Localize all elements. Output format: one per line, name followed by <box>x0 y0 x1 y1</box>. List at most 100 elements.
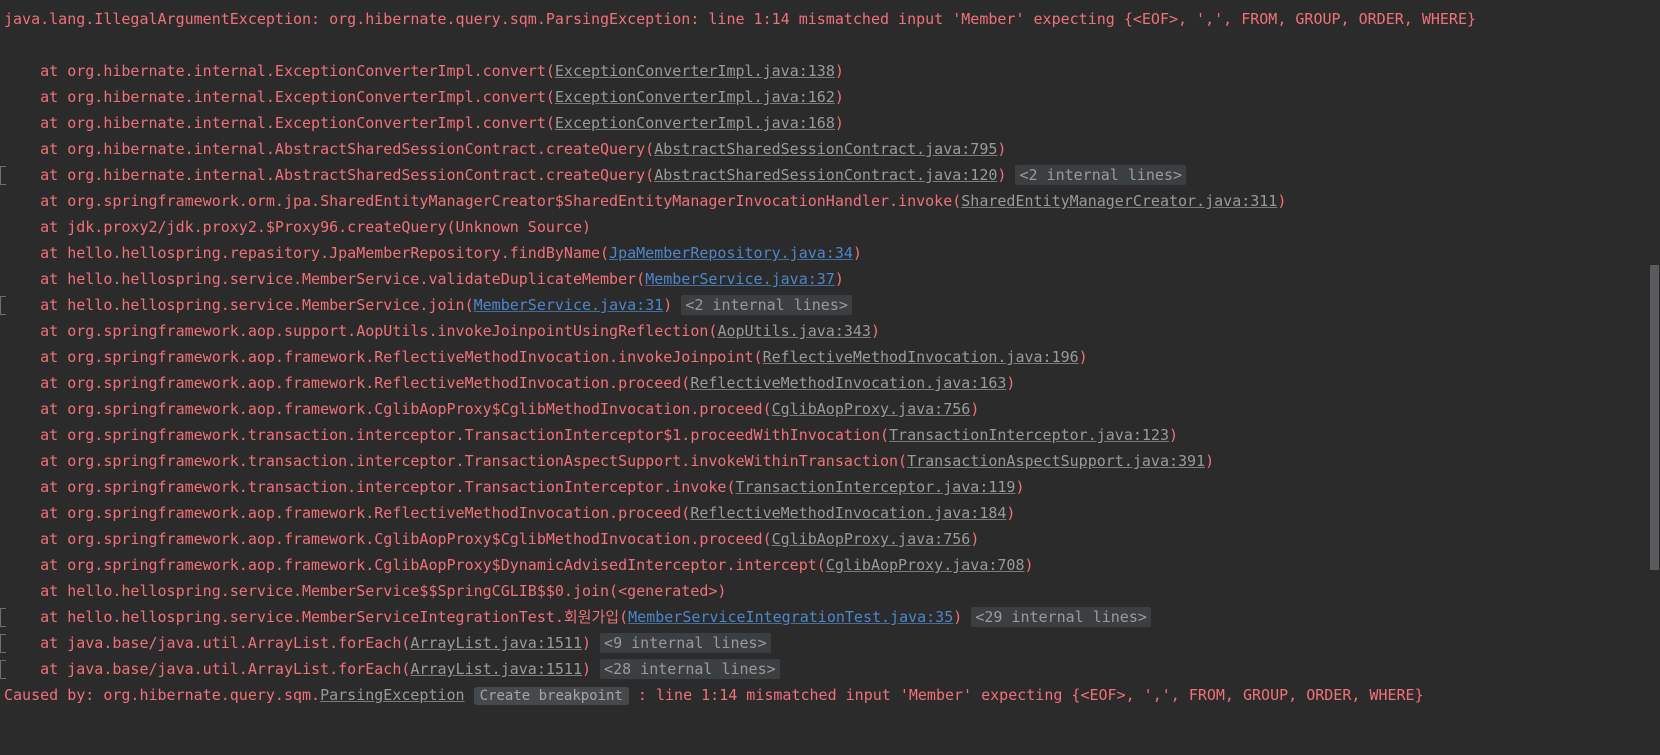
frame-text: at org.springframework.transaction.inter… <box>4 426 890 444</box>
frame-text: at hello.hellospring.service.MemberServi… <box>4 270 646 288</box>
library-file-link[interactable]: TransactionInterceptor.java:119 <box>736 478 1016 496</box>
library-file-link[interactable]: ReflectiveMethodInvocation.java:196 <box>763 348 1079 366</box>
frame-suffix: ) <box>852 244 862 262</box>
frame-text: at org.springframework.aop.framework.Ref… <box>4 348 763 366</box>
frame-suffix: ) <box>953 608 963 626</box>
library-file-link[interactable]: ExceptionConverterImpl.java:168 <box>555 114 835 132</box>
frame-suffix: ) <box>1024 556 1034 574</box>
library-file-link[interactable]: ReflectiveMethodInvocation.java:184 <box>690 504 1006 522</box>
project-file-link[interactable]: MemberService.java:37 <box>645 270 835 288</box>
stack-frame-line: at org.hibernate.internal.ExceptionConve… <box>0 58 1660 84</box>
stack-frame-line: at org.springframework.transaction.inter… <box>0 474 1660 500</box>
stack-frame-line: at org.springframework.aop.framework.Ref… <box>0 370 1660 396</box>
library-file-link[interactable]: ArrayList.java:1511 <box>410 660 582 678</box>
collapsed-frames-badge[interactable]: <9 internal lines> <box>600 633 771 653</box>
library-file-link[interactable]: SharedEntityManagerCreator.java:311 <box>961 192 1277 210</box>
frame-suffix: ) <box>1277 192 1287 210</box>
frame-suffix: ) <box>970 530 980 548</box>
library-file-link[interactable]: AbstractSharedSessionContract.java:795 <box>654 140 997 158</box>
caused-by-exception-link[interactable]: ParsingException <box>320 686 465 704</box>
frame-text: at org.springframework.aop.framework.Cgl… <box>4 530 772 548</box>
stack-frame-line: at org.hibernate.internal.AbstractShared… <box>0 136 1660 162</box>
stack-frame-line: at org.springframework.aop.framework.Ref… <box>0 344 1660 370</box>
stack-frame-line: at org.springframework.aop.framework.Ref… <box>0 500 1660 526</box>
frame-text: at org.springframework.transaction.inter… <box>4 478 736 496</box>
frame-suffix: ) <box>663 296 673 314</box>
frame-suffix: ) <box>834 88 844 106</box>
frame-text: at org.springframework.aop.framework.Ref… <box>4 374 691 392</box>
library-file-link[interactable]: ExceptionConverterImpl.java:138 <box>555 62 835 80</box>
fold-marker-icon[interactable] <box>0 660 6 679</box>
library-file-link[interactable]: AbstractSharedSessionContract.java:120 <box>654 166 997 184</box>
frame-suffix: ) <box>581 660 592 678</box>
stack-frame-line: at org.hibernate.internal.ExceptionConve… <box>0 84 1660 110</box>
frame-text: at hello.hellospring.service.MemberServi… <box>4 582 727 600</box>
library-file-link[interactable]: ArrayList.java:1511 <box>410 634 582 652</box>
fold-marker-icon[interactable] <box>0 634 6 653</box>
frame-suffix: ) <box>1006 374 1016 392</box>
collapsed-frames-badge[interactable]: <29 internal lines> <box>971 607 1151 627</box>
frame-text: at org.springframework.aop.framework.Cgl… <box>4 400 772 418</box>
create-breakpoint-hint[interactable]: Create breakpoint <box>473 687 629 705</box>
stack-frame-line: at jdk.proxy2/jdk.proxy2.$Proxy96.create… <box>0 214 1660 240</box>
collapsed-frames-badge[interactable]: <28 internal lines> <box>600 659 780 679</box>
frame-suffix: ) <box>870 322 880 340</box>
exception-header-line: java.lang.IllegalArgumentException: org.… <box>0 6 1660 32</box>
library-file-link[interactable]: TransactionAspectSupport.java:391 <box>907 452 1205 470</box>
frame-text: at org.hibernate.internal.ExceptionConve… <box>4 88 555 106</box>
library-file-link[interactable]: CglibAopProxy.java:708 <box>826 556 1025 574</box>
stack-frame-line: at hello.hellospring.service.MemberServi… <box>0 604 1660 630</box>
frame-text: at java.base/java.util.ArrayList.forEach… <box>4 634 411 652</box>
library-file-link[interactable]: CglibAopProxy.java:756 <box>772 530 971 548</box>
stack-frame-line: at org.springframework.orm.jpa.SharedEnt… <box>0 188 1660 214</box>
library-file-link[interactable]: ReflectiveMethodInvocation.java:163 <box>690 374 1006 392</box>
frame-text: at org.springframework.transaction.inter… <box>4 452 908 470</box>
stack-frame-line: at org.springframework.transaction.inter… <box>0 422 1660 448</box>
stack-frame-line: at java.base/java.util.ArrayList.forEach… <box>0 656 1660 682</box>
frame-suffix: ) <box>1205 452 1215 470</box>
frame-text: at java.base/java.util.ArrayList.forEach… <box>4 660 411 678</box>
library-file-link[interactable]: AopUtils.java:343 <box>717 322 871 340</box>
fold-marker-icon[interactable] <box>0 166 6 185</box>
fold-marker-icon[interactable] <box>0 296 6 315</box>
frame-suffix: ) <box>970 400 980 418</box>
frame-text: at hello.hellospring.service.MemberServi… <box>4 296 474 314</box>
frame-text: at hello.hellospring.repasitory.JpaMembe… <box>4 244 610 262</box>
collapsed-frames-badge[interactable]: <2 internal lines> <box>681 295 852 315</box>
frame-text: at org.hibernate.internal.ExceptionConve… <box>4 114 555 132</box>
frame-text: at org.springframework.aop.support.AopUt… <box>4 322 718 340</box>
library-file-link[interactable]: CglibAopProxy.java:756 <box>772 400 971 418</box>
library-file-link[interactable]: ExceptionConverterImpl.java:162 <box>555 88 835 106</box>
vertical-scrollbar-thumb[interactable] <box>1650 265 1659 570</box>
run-console-output[interactable]: java.lang.IllegalArgumentException: org.… <box>0 0 1660 755</box>
bp-spacer <box>465 686 474 704</box>
stack-frame-line: at org.springframework.transaction.inter… <box>0 448 1660 474</box>
vertical-scrollbar-track[interactable] <box>1649 0 1660 755</box>
stack-frame-line: at hello.hellospring.service.MemberServi… <box>0 266 1660 292</box>
frame-suffix: ) <box>1078 348 1088 366</box>
fold-marker-icon[interactable] <box>0 608 6 627</box>
stack-trace-lines: java.lang.IllegalArgumentException: org.… <box>0 6 1660 708</box>
caused-by-line: Caused by: org.hibernate.query.sqm.Parsi… <box>0 682 1660 708</box>
frame-text: at org.hibernate.internal.ExceptionConve… <box>4 62 555 80</box>
frame-suffix: ) <box>834 62 844 80</box>
frame-suffix: ) <box>997 140 1007 158</box>
frame-text: at org.hibernate.internal.AbstractShared… <box>4 166 655 184</box>
project-file-link[interactable]: MemberServiceIntegrationTest.java:35 <box>628 608 953 626</box>
stack-frame-line: at hello.hellospring.service.MemberServi… <box>0 292 1660 318</box>
frame-suffix: ) <box>1168 426 1179 444</box>
caused-by-text: Caused by: org.hibernate.query.sqm. <box>4 686 321 704</box>
collapsed-frames-badge[interactable]: <2 internal lines> <box>1015 165 1187 185</box>
project-file-link[interactable]: MemberService.java:31 <box>474 296 664 314</box>
frame-suffix: ) <box>581 634 592 652</box>
project-file-link[interactable]: JpaMemberRepository.java:34 <box>609 244 853 262</box>
frame-text: at org.springframework.aop.framework.Cgl… <box>4 556 826 574</box>
stack-frame-line: at org.springframework.aop.framework.Cgl… <box>0 396 1660 422</box>
library-file-link[interactable]: TransactionInterceptor.java:123 <box>889 426 1169 444</box>
frame-text: at hello.hellospring.service.MemberServi… <box>4 608 629 626</box>
frame-text: at org.springframework.orm.jpa.SharedEnt… <box>4 192 962 210</box>
